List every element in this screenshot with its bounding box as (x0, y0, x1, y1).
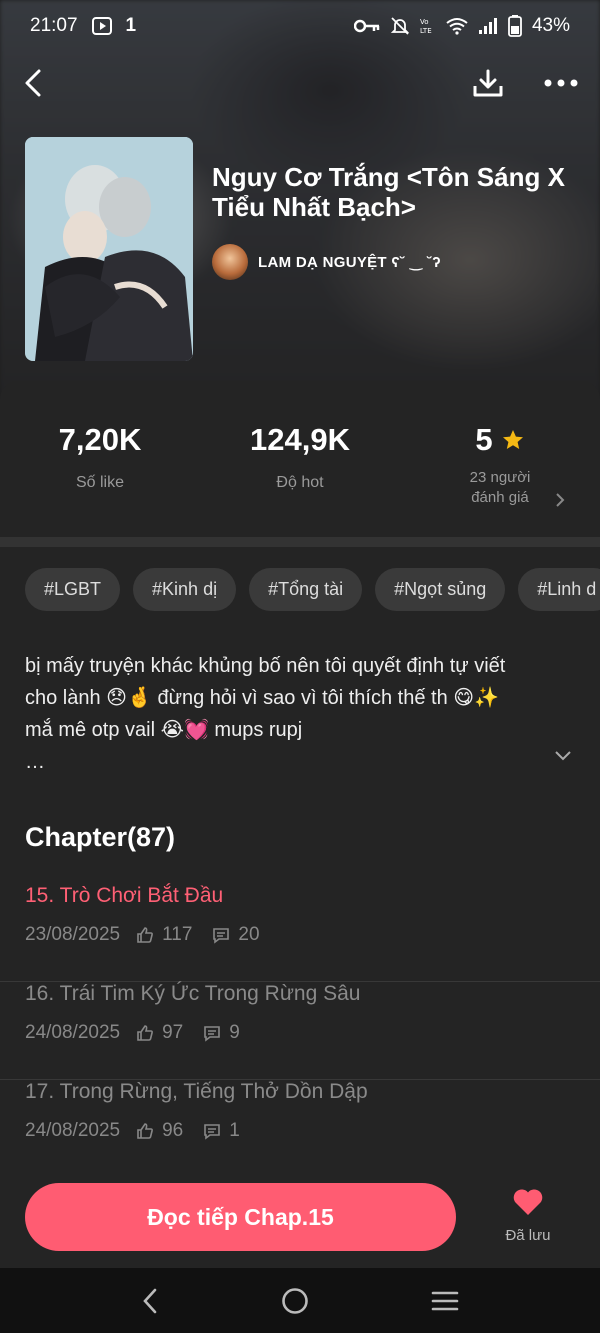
chapter-title[interactable]: 15. Trò Chơi Bắt Đầu (25, 884, 223, 908)
key-icon (353, 19, 380, 33)
likes-label: Số like (75, 474, 125, 491)
likes-value: 7,20K (58, 422, 142, 457)
download-icon[interactable] (472, 68, 504, 98)
chapter-comments: 9 (229, 1022, 240, 1043)
back-icon[interactable] (22, 68, 46, 98)
tag-chip[interactable]: #LGBT (25, 568, 121, 611)
chapter-date: 24/08/2025 (25, 1022, 121, 1043)
saved-label: Đã lưu (505, 1227, 551, 1244)
tag-chip[interactable]: #Tổng tài (249, 568, 363, 611)
status-bar: 21:07 1 Vo LTE 43% (0, 0, 600, 52)
heart-icon[interactable] (512, 1188, 544, 1216)
description-line: bị mấy truyện khác khủng bố nên tôi quyế… (25, 655, 506, 677)
chapter-list-header: Chapter(87) (25, 822, 176, 852)
tag-chip[interactable]: #Linh d (518, 568, 600, 611)
comment-icon (203, 1122, 221, 1140)
chapter-likes: 96 (162, 1120, 184, 1141)
tag-chip[interactable]: #Kinh dị (133, 568, 237, 611)
comment-icon (203, 1024, 221, 1042)
home-icon[interactable] (281, 1287, 309, 1315)
thumbs-up-icon (136, 1024, 154, 1042)
thumbs-up-icon (136, 1122, 154, 1140)
description-line: cho lành 😞🤞 đừng hỏi vì sao vì tôi thích… (25, 687, 500, 709)
continue-reading-button[interactable]: Đọc tiếp Chap.15 (25, 1183, 456, 1251)
chapter-title[interactable]: 17. Trong Rừng, Tiếng Thở Dồn Dập (25, 1080, 368, 1104)
chapter-item[interactable]: 16. Trái Tim Ký Ức Trong Rừng Sâu 24/08/… (0, 982, 600, 1080)
hot-label: Độ hot (276, 474, 324, 491)
author-name[interactable]: LAM DẠ NGUYỆT ʕ˘ ‿ ˘ʔ (258, 253, 441, 271)
system-navigation-bar (0, 1268, 600, 1333)
star-icon (501, 428, 525, 452)
expand-description-icon[interactable] (553, 748, 573, 767)
stats-row: 7,20K Số like 124,9K Độ hot 5 23 người đ… (0, 420, 600, 530)
section-divider (0, 537, 600, 547)
description-line: mắ mê otp vail 😭💓 mups rupj (25, 719, 303, 741)
rating-stat[interactable]: 5 23 người đánh giá (400, 420, 600, 530)
chapter-item[interactable]: 17. Trong Rừng, Tiếng Thở Dồn Dập 24/08/… (0, 1080, 600, 1178)
hot-stat: 124,9K Độ hot (200, 420, 400, 530)
wifi-icon (446, 17, 468, 35)
recent-apps-icon[interactable] (431, 1290, 459, 1312)
description-line: … (25, 751, 45, 773)
signal-icon (478, 17, 498, 35)
chapter-comments: 1 (229, 1120, 240, 1141)
likes-stat: 7,20K Số like (0, 420, 200, 530)
system-back-icon[interactable] (141, 1288, 159, 1314)
chapter-title[interactable]: 16. Trái Tim Ký Ức Trong Rừng Sâu (25, 982, 360, 1006)
saved-button[interactable]: Đã lưu (498, 1188, 558, 1244)
book-description: bị mấy truyện khác khủng bố nên tôi quyế… (25, 650, 555, 778)
notification-count: 1 (125, 15, 137, 36)
chapter-likes: 117 (162, 924, 193, 945)
tag-list: #LGBT #Kinh dị #Tổng tài #Ngọt sủng #Lin… (25, 568, 600, 611)
tag-chip[interactable]: #Ngọt sủng (375, 568, 506, 611)
battery-icon (508, 15, 522, 37)
book-cover[interactable] (25, 137, 193, 361)
youtube-icon (91, 17, 112, 35)
more-options-icon[interactable] (544, 78, 578, 88)
author-row[interactable]: LAM DẠ NGUYỆT ʕ˘ ‿ ˘ʔ (212, 244, 441, 280)
chevron-right-icon[interactable] (555, 492, 565, 513)
svg-text:LTE: LTE (420, 27, 432, 35)
book-title: Nguy Cơ Trắng <Tôn Sáng X Tiểu Nhất Bạch… (212, 162, 565, 222)
clock: 21:07 (30, 15, 78, 36)
chapter-date: 24/08/2025 (25, 1120, 121, 1141)
rating-value: 5 (475, 422, 493, 457)
top-navigation (0, 58, 600, 108)
thumbs-up-icon (136, 926, 154, 944)
chapter-item[interactable]: 15. Trò Chơi Bắt Đầu 23/08/2025 117 20 (0, 884, 600, 982)
chapter-likes: 97 (162, 1022, 184, 1043)
volte-icon: Vo LTE (420, 16, 436, 36)
comment-icon (212, 926, 230, 944)
mute-icon (390, 16, 410, 36)
author-avatar[interactable] (212, 244, 248, 280)
chapter-date: 23/08/2025 (25, 924, 121, 945)
chapter-comments: 20 (238, 924, 260, 945)
rating-count-label: 23 người đánh giá (469, 469, 531, 506)
svg-text:Vo: Vo (420, 18, 429, 26)
battery-level: 43% (531, 15, 570, 36)
hot-value: 124,9K (250, 422, 350, 457)
